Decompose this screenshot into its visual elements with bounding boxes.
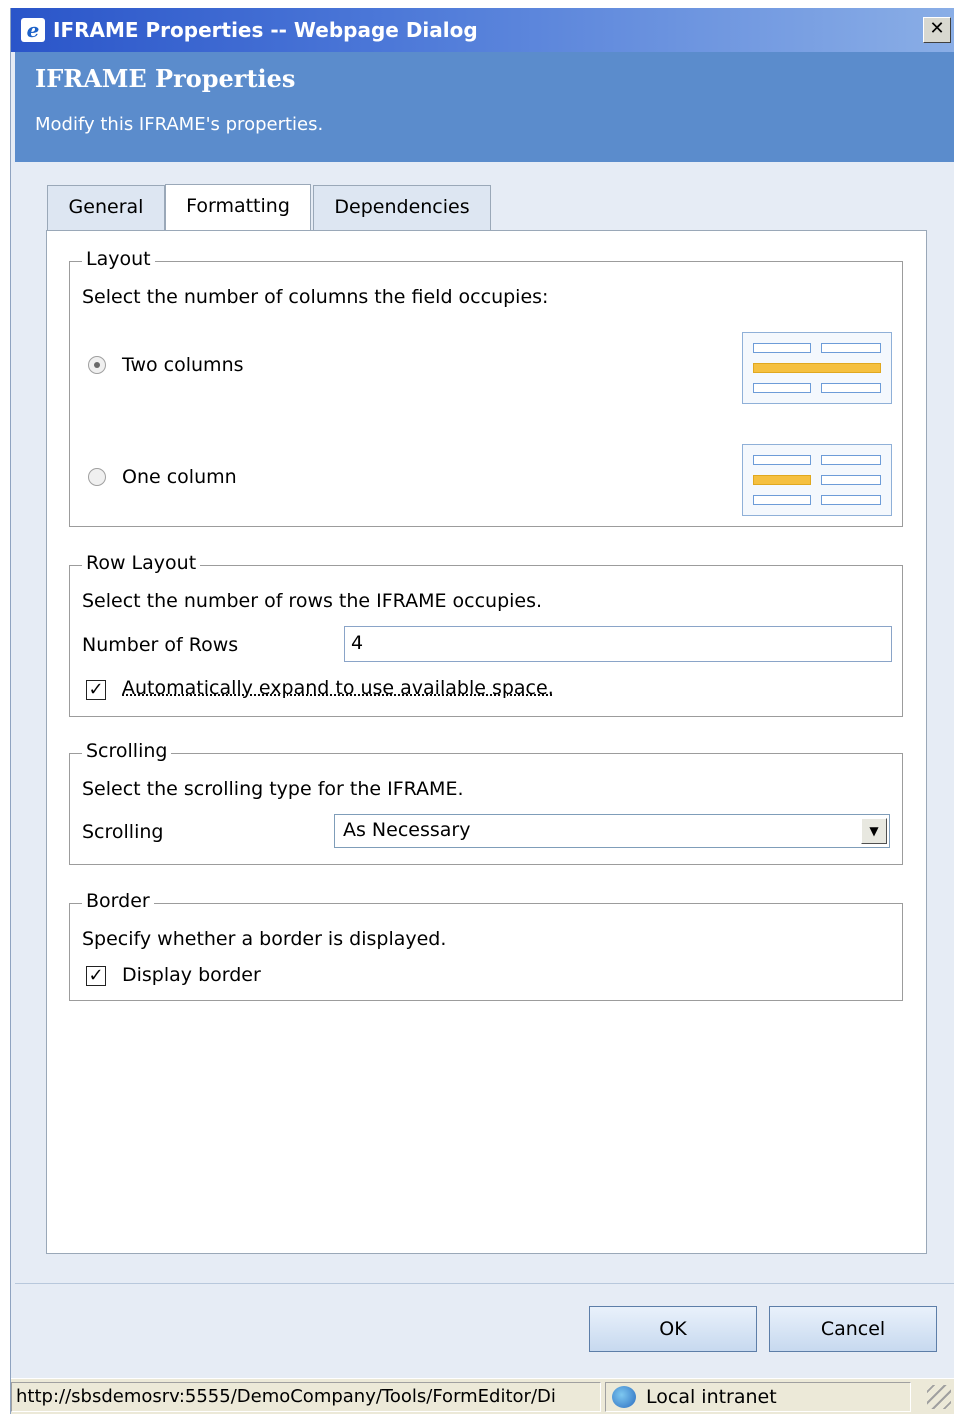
- border-legend: Border: [82, 890, 154, 912]
- status-url: http://sbsdemosrv:5555/DemoCompany/Tools…: [11, 1382, 601, 1412]
- header-subtitle: Modify this IFRAME's properties.: [35, 114, 324, 135]
- one-column-label[interactable]: One column: [122, 466, 237, 488]
- internet-explorer-icon: e: [21, 18, 45, 42]
- border-description: Specify whether a border is displayed.: [82, 928, 447, 950]
- number-of-rows-input[interactable]: 4: [344, 626, 892, 662]
- row-layout-group: Row Layout Select the number of rows the…: [69, 552, 903, 717]
- two-columns-radio[interactable]: [88, 356, 106, 374]
- tab-general[interactable]: General: [47, 185, 165, 231]
- tab-dependencies[interactable]: Dependencies: [313, 185, 491, 231]
- footer-divider: [15, 1283, 954, 1284]
- scrolling-group: Scrolling Select the scrolling type for …: [69, 740, 903, 865]
- layout-group: Layout Select the number of columns the …: [69, 248, 903, 527]
- dialog-header: IFRAME Properties Modify this IFRAME's p…: [15, 52, 954, 162]
- intranet-globe-icon: [612, 1386, 636, 1408]
- security-zone[interactable]: Local intranet: [605, 1382, 911, 1412]
- dialog-window: e IFRAME Properties -- Webpage Dialog ✕ …: [10, 8, 954, 1414]
- zone-label: Local intranet: [646, 1386, 777, 1408]
- dropdown-arrow-icon[interactable]: ▼: [861, 818, 887, 844]
- two-columns-label[interactable]: Two columns: [122, 354, 244, 376]
- layout-legend: Layout: [82, 248, 155, 270]
- scrolling-description: Select the scrolling type for the IFRAME…: [82, 778, 464, 800]
- auto-expand-label[interactable]: Automatically expand to use available sp…: [122, 677, 554, 699]
- resize-grip-icon[interactable]: [927, 1385, 951, 1409]
- ok-button[interactable]: OK: [589, 1306, 757, 1352]
- one-column-radio[interactable]: [88, 468, 106, 486]
- cancel-button[interactable]: Cancel: [769, 1306, 937, 1352]
- number-of-rows-label: Number of Rows: [82, 634, 239, 656]
- scrolling-legend: Scrolling: [82, 740, 172, 762]
- border-group: Border Specify whether a border is displ…: [69, 890, 903, 1001]
- scrolling-select-value: As Necessary: [343, 819, 471, 841]
- window-title: IFRAME Properties -- Webpage Dialog: [53, 18, 478, 42]
- scrolling-label: Scrolling: [82, 821, 164, 843]
- row-layout-legend: Row Layout: [82, 552, 201, 574]
- tab-panel-formatting: Layout Select the number of columns the …: [46, 230, 927, 1254]
- row-layout-description: Select the number of rows the IFRAME occ…: [82, 590, 543, 612]
- two-columns-preview-icon: [742, 332, 892, 404]
- status-bar: http://sbsdemosrv:5555/DemoCompany/Tools…: [11, 1378, 954, 1414]
- tab-formatting[interactable]: Formatting: [165, 184, 311, 232]
- one-column-preview-icon: [742, 444, 892, 516]
- title-bar[interactable]: e IFRAME Properties -- Webpage Dialog ✕: [11, 8, 954, 52]
- auto-expand-checkbox[interactable]: ✓: [86, 680, 106, 700]
- header-title: IFRAME Properties: [35, 64, 296, 93]
- display-border-checkbox[interactable]: ✓: [86, 966, 106, 986]
- layout-description: Select the number of columns the field o…: [82, 286, 549, 308]
- close-button[interactable]: ✕: [923, 17, 951, 43]
- scrolling-select[interactable]: As Necessary ▼: [334, 814, 890, 848]
- display-border-label[interactable]: Display border: [122, 964, 261, 986]
